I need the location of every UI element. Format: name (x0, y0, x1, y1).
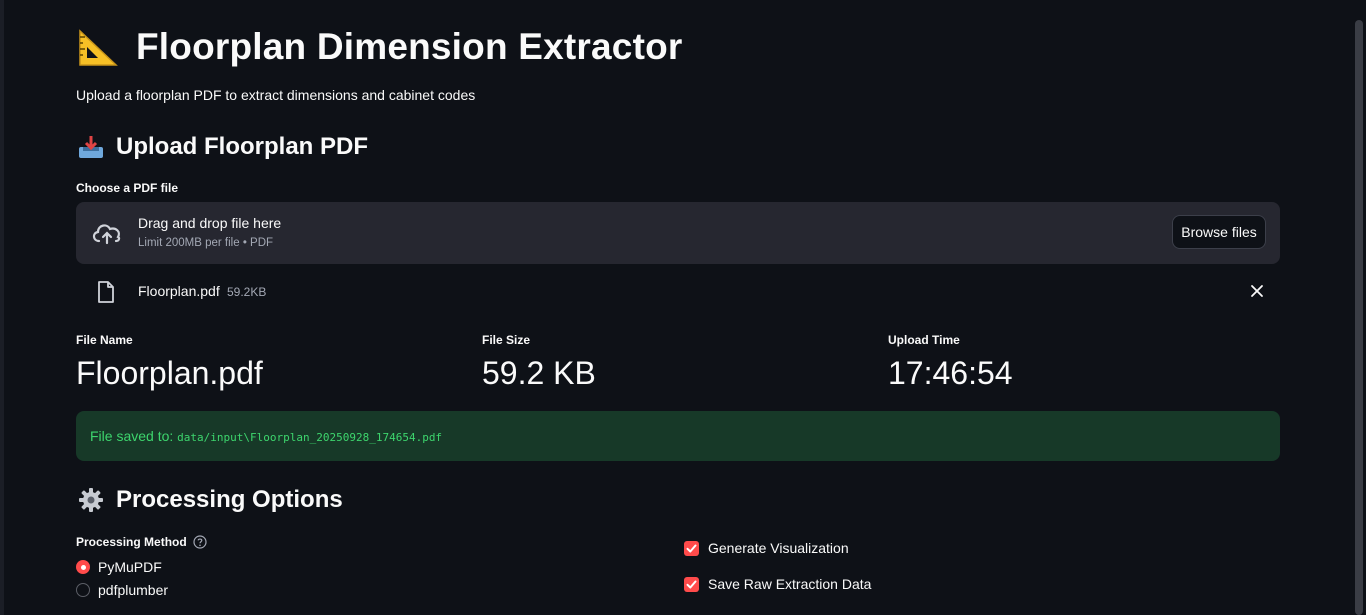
saved-file-path: data/input\Floorplan_20250928_174654.pdf (177, 431, 443, 444)
cloud-upload-icon (92, 224, 121, 245)
metric-file-name: File Name Floorplan.pdf (76, 333, 263, 392)
browse-files-button[interactable]: Browse files (1172, 215, 1266, 249)
uploaded-file-name: Floorplan.pdf (138, 283, 220, 299)
check-icon (686, 544, 697, 552)
radio-label: pdfplumber (98, 582, 169, 598)
scrollbar-thumb[interactable] (1355, 20, 1363, 615)
triangular-ruler-icon (79, 29, 118, 66)
metric-upload-time: Upload Time 17:46:54 (888, 333, 1013, 392)
processing-heading-text: Processing Options (116, 486, 343, 513)
checkbox-checked[interactable] (684, 540, 699, 556)
processing-method-label-text: Processing Method (76, 535, 187, 549)
success-alert: File saved to: data/input\Floorplan_2025… (76, 411, 1280, 461)
radio-pdfplumber[interactable]: pdfplumber (76, 582, 168, 598)
radio-pymupdf[interactable]: PyMuPDF (76, 559, 162, 575)
help-icon[interactable] (193, 535, 207, 549)
checkbox-label: Generate Visualization (708, 540, 849, 556)
checkbox-generate-visualization[interactable]: Generate Visualization (684, 540, 849, 556)
checkbox-checked[interactable] (684, 576, 699, 592)
uploaded-file-row: Floorplan.pdf 59.2KB (76, 276, 1280, 308)
metric-label: File Name (76, 333, 133, 347)
success-message: File saved to: data/input\Floorplan_2025… (90, 428, 442, 444)
success-prefix: File saved to: (90, 428, 174, 444)
upload-heading-text: Upload Floorplan PDF (116, 133, 368, 160)
radio-selected-indicator[interactable] (76, 560, 90, 574)
scrollbar[interactable] (1352, 0, 1366, 615)
metric-value: 17:46:54 (888, 355, 1013, 391)
gear-icon (76, 485, 106, 515)
metric-value: Floorplan.pdf (76, 355, 263, 391)
radio-unselected-indicator[interactable] (76, 583, 90, 597)
metric-label: File Size (482, 333, 531, 347)
processing-section-heading: Processing Options (76, 485, 343, 515)
dropzone-limit: Limit 200MB per file • PDF (138, 237, 274, 249)
metric-file-size: File Size 59.2 KB (482, 333, 596, 392)
page-subtitle: Upload a floorplan PDF to extract dimens… (76, 87, 476, 103)
title-row: Floorplan Dimension Extractor (76, 22, 683, 72)
check-icon (686, 580, 697, 588)
upload-section-heading: Upload Floorplan PDF (76, 132, 368, 162)
checkbox-label: Save Raw Extraction Data (708, 576, 872, 592)
metric-value: 59.2 KB (482, 355, 596, 391)
uploaded-file-size: 59.2KB (227, 285, 267, 299)
processing-method-label: Processing Method (76, 535, 207, 549)
file-dropzone[interactable]: Drag and drop file here Limit 200MB per … (76, 202, 1280, 264)
file-uploader-label: Choose a PDF file (76, 181, 179, 195)
dropzone-title: Drag and drop file here (138, 215, 282, 231)
radio-label: PyMuPDF (98, 559, 162, 575)
close-icon[interactable] (1250, 284, 1264, 298)
file-icon (98, 281, 114, 303)
page-title: Floorplan Dimension Extractor (136, 26, 683, 67)
checkbox-save-raw-data[interactable]: Save Raw Extraction Data (684, 576, 871, 592)
inbox-tray-icon (76, 132, 106, 162)
metric-label: Upload Time (888, 333, 960, 347)
left-edge (0, 0, 4, 615)
